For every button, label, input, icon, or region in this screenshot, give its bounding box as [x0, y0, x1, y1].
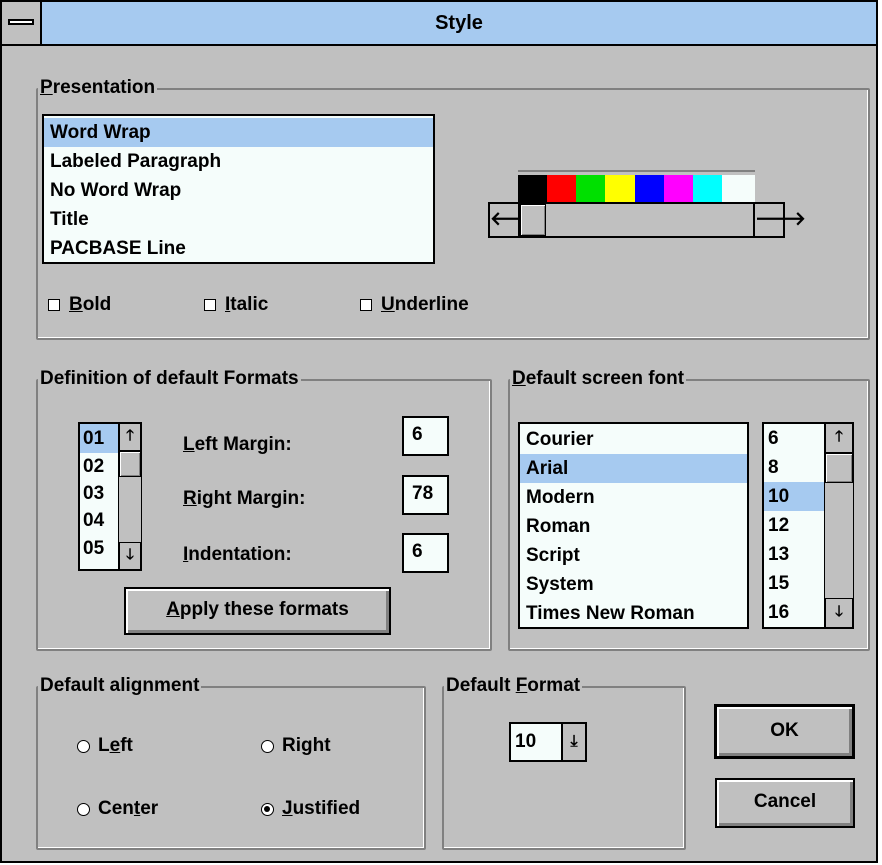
format-number-item[interactable]: 03	[80, 480, 118, 507]
checkbox-icon	[204, 299, 216, 311]
radio-icon	[77, 802, 90, 816]
format-number-item[interactable]: 01	[80, 424, 118, 453]
apply-formats-button[interactable]: Apply these formats	[124, 587, 391, 635]
presentation-item[interactable]: PACBASE Line	[44, 234, 433, 262]
indentation-label: Indentation:	[183, 544, 292, 565]
color-swatch-black[interactable]	[518, 175, 547, 202]
ok-button[interactable]: OK	[714, 704, 855, 759]
default-format-group-label: Default Format	[444, 674, 583, 698]
font-size-scrollbar[interactable]: 🡑 🡓	[824, 422, 854, 629]
font-size-item[interactable]: 12	[764, 511, 824, 540]
arrow-down-icon[interactable]: 🡓	[825, 598, 853, 628]
color-swatch-yellow[interactable]	[605, 175, 635, 202]
font-item[interactable]: Courier	[520, 425, 747, 454]
arrow-up-icon[interactable]: 🡑	[119, 423, 141, 451]
format-number-item[interactable]: 05	[80, 534, 118, 563]
screen-font-group-label: Default screen font	[510, 367, 687, 391]
arrow-left-icon[interactable]: 🡐	[490, 204, 541, 236]
format-number-list[interactable]: 01 02 03 04 05 🡑 🡓	[78, 422, 142, 571]
right-margin-field[interactable]: 78	[402, 475, 449, 515]
left-margin-field[interactable]: 6	[402, 416, 449, 456]
color-swatch-green[interactable]	[576, 175, 605, 202]
font-size-item[interactable]: 8	[764, 453, 824, 482]
underline-checkbox[interactable]: Underline	[360, 293, 469, 317]
font-item[interactable]: System	[520, 570, 747, 599]
font-size-item[interactable]: 10	[764, 482, 824, 511]
color-swatch-cyan[interactable]	[693, 175, 722, 202]
color-swatch-blue[interactable]	[635, 175, 664, 202]
alignment-group-label: Default alignment	[38, 674, 202, 698]
presentation-item[interactable]: Word Wrap	[44, 118, 433, 147]
alignment-group: Default alignment	[36, 674, 426, 850]
checkbox-icon	[360, 299, 372, 311]
italic-checkbox[interactable]: Italic	[204, 293, 268, 317]
format-number-item[interactable]: 04	[80, 507, 118, 534]
align-center-radio[interactable]: Cen t er	[77, 797, 158, 821]
radio-icon	[77, 739, 90, 753]
align-left-radio[interactable]: Le ft	[77, 734, 133, 758]
checkbox-icon	[48, 299, 60, 311]
right-margin-label: Right Margin:	[183, 488, 306, 509]
font-item[interactable]: Script	[520, 541, 747, 570]
font-size-item[interactable]: 13	[764, 540, 824, 569]
bold-checkbox[interactable]: Bold	[48, 293, 111, 317]
cancel-button[interactable]: Cancel	[715, 778, 855, 828]
presentation-item[interactable]: Labeled Paragraph	[44, 147, 433, 176]
title-bar: Style	[2, 2, 876, 46]
system-menu-icon[interactable]	[2, 2, 42, 44]
presentation-listbox[interactable]: Word Wrap Labeled Paragraph No Word Wrap…	[42, 114, 435, 264]
format-list-scrollbar[interactable]: 🡑 🡓	[118, 422, 142, 571]
font-item[interactable]: Modern	[520, 483, 747, 512]
presentation-item[interactable]: No Word Wrap	[44, 176, 433, 205]
arrow-up-icon[interactable]: 🡑	[825, 423, 853, 453]
color-scroll-thumb[interactable]	[520, 204, 546, 236]
radio-icon	[261, 739, 274, 753]
arrow-down-icon[interactable]: 🡓	[119, 542, 141, 570]
default-format-value[interactable]: 10	[515, 724, 536, 760]
font-item[interactable]: Roman	[520, 512, 747, 541]
default-format-group: Default Format	[442, 674, 686, 850]
presentation-group-label: Presentation	[38, 76, 158, 100]
align-right-radio[interactable]: Ri g ht	[261, 734, 331, 758]
align-justified-radio[interactable]: Justified	[261, 797, 360, 821]
font-size-item[interactable]: 15	[764, 569, 824, 598]
formats-group-label: Definition of default Formats	[38, 367, 301, 391]
color-swatch-red[interactable]	[547, 175, 576, 202]
radio-selected-icon	[261, 802, 274, 816]
format-number-item[interactable]: 02	[80, 453, 118, 480]
window-title: Style	[435, 12, 483, 34]
color-swatch-magenta[interactable]	[664, 175, 693, 202]
dropdown-arrow-icon[interactable]: ⤓	[561, 724, 585, 760]
font-listbox[interactable]: Courier Arial Modern Roman Script System…	[518, 422, 749, 629]
font-item[interactable]: Times New Roman	[520, 599, 747, 627]
font-size-list[interactable]: 6 8 10 12 13 15 16 🡑 🡓	[762, 422, 854, 629]
color-scrollbar[interactable]: 🡐 🡒	[488, 202, 806, 238]
color-swatch-white[interactable]	[722, 175, 755, 202]
default-format-combo[interactable]: 10 ⤓	[509, 722, 587, 762]
color-palette[interactable]	[518, 170, 755, 202]
style-dialog: Style Presentation Word Wrap Labeled Par…	[0, 0, 878, 863]
left-margin-label: Left Margin:	[183, 434, 292, 455]
format-list-scroll-thumb[interactable]	[119, 451, 141, 477]
font-size-item[interactable]: 16	[764, 598, 824, 627]
presentation-item[interactable]: Title	[44, 205, 433, 234]
font-item[interactable]: Arial	[520, 454, 747, 483]
indentation-field[interactable]: 6	[402, 533, 449, 573]
font-size-scroll-thumb[interactable]	[825, 453, 853, 483]
font-size-item[interactable]: 6	[764, 424, 824, 453]
arrow-right-icon[interactable]: 🡒	[753, 204, 806, 236]
